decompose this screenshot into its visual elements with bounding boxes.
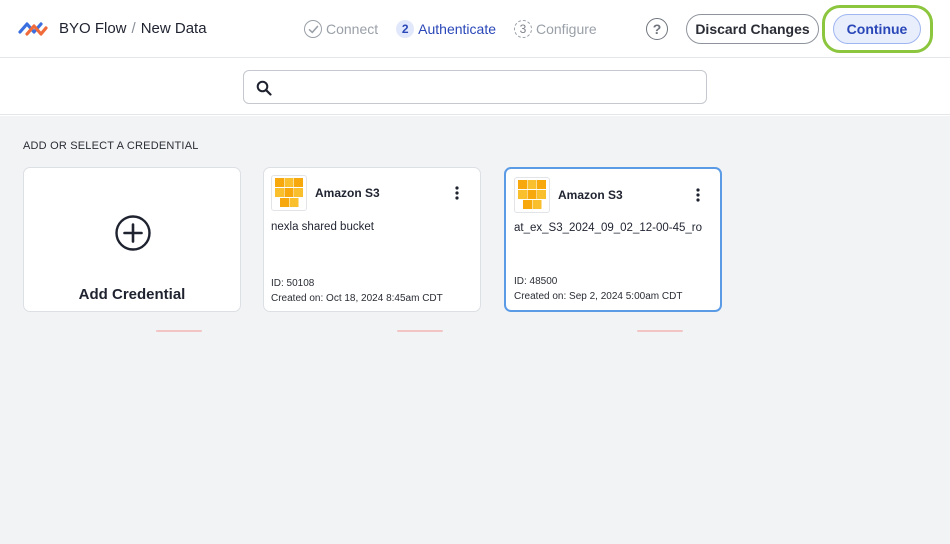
- section-title: ADD OR SELECT A CREDENTIAL: [23, 140, 199, 152]
- card-accent-line: [397, 330, 443, 332]
- step-connect-label: Connect: [326, 21, 379, 37]
- credential-created: Created on: Oct 18, 2024 8:45am CDT: [271, 293, 443, 304]
- byo-flow-logo-icon[interactable]: [18, 18, 48, 40]
- credential-card-selected[interactable]: Amazon S3 at_ex_S3_2024_09_02_12-00-45_r…: [504, 167, 722, 312]
- kebab-menu-icon[interactable]: [451, 185, 463, 201]
- stepper: Connect 2 Authenticate 3 Configure: [304, 18, 615, 40]
- breadcrumb-root[interactable]: BYO Flow: [59, 20, 127, 37]
- check-circle-icon: [304, 20, 322, 38]
- credential-name: Amazon S3: [558, 188, 623, 202]
- step-configure[interactable]: 3 Configure: [514, 20, 597, 38]
- breadcrumb-separator: /: [131, 20, 136, 37]
- credential-name: Amazon S3: [315, 186, 380, 200]
- step-authenticate[interactable]: 2 Authenticate: [396, 20, 496, 38]
- card-accent-line: [156, 330, 202, 332]
- search-bar: [0, 59, 950, 115]
- breadcrumb-current: New Data: [140, 20, 207, 37]
- credential-description: at_ex_S3_2024_09_02_12-00-45_ro: [514, 222, 702, 234]
- credential-id: ID: 50108: [271, 278, 315, 289]
- step-authenticate-number: 2: [396, 20, 415, 38]
- credential-description: nexla shared bucket: [271, 221, 374, 233]
- step-configure-number: 3: [514, 20, 532, 38]
- continue-button[interactable]: Continue: [833, 14, 921, 44]
- amazon-s3-icon: [514, 177, 550, 213]
- step-connect[interactable]: Connect: [304, 20, 378, 38]
- discard-changes-button[interactable]: Discard Changes: [686, 14, 819, 44]
- search-input[interactable]: [282, 77, 697, 99]
- credential-id: ID: 48500: [514, 276, 558, 287]
- breadcrumb: BYO Flow / New Data: [59, 20, 207, 37]
- step-configure-label: Configure: [536, 21, 597, 37]
- add-credential-card[interactable]: Add Credential: [23, 167, 241, 312]
- step-authenticate-label: Authenticate: [418, 21, 496, 37]
- card-accent-line: [637, 330, 683, 332]
- search-box[interactable]: [243, 70, 707, 104]
- credential-area: ADD OR SELECT A CREDENTIAL Add Credentia…: [0, 116, 950, 544]
- add-credential-label: Add Credential: [78, 286, 186, 303]
- search-icon: [256, 80, 272, 96]
- amazon-s3-icon: [271, 175, 307, 211]
- kebab-menu-icon[interactable]: [692, 187, 704, 203]
- help-circle-icon[interactable]: ?: [646, 18, 668, 40]
- top-bar: BYO Flow / New Data Connect 2 Authenticate…: [0, 0, 950, 58]
- credential-created: Created on: Sep 2, 2024 5:00am CDT: [514, 291, 683, 302]
- add-circle-icon: [115, 215, 151, 251]
- credential-card[interactable]: Amazon S3 nexla shared bucket ID: 50108 …: [263, 167, 481, 312]
